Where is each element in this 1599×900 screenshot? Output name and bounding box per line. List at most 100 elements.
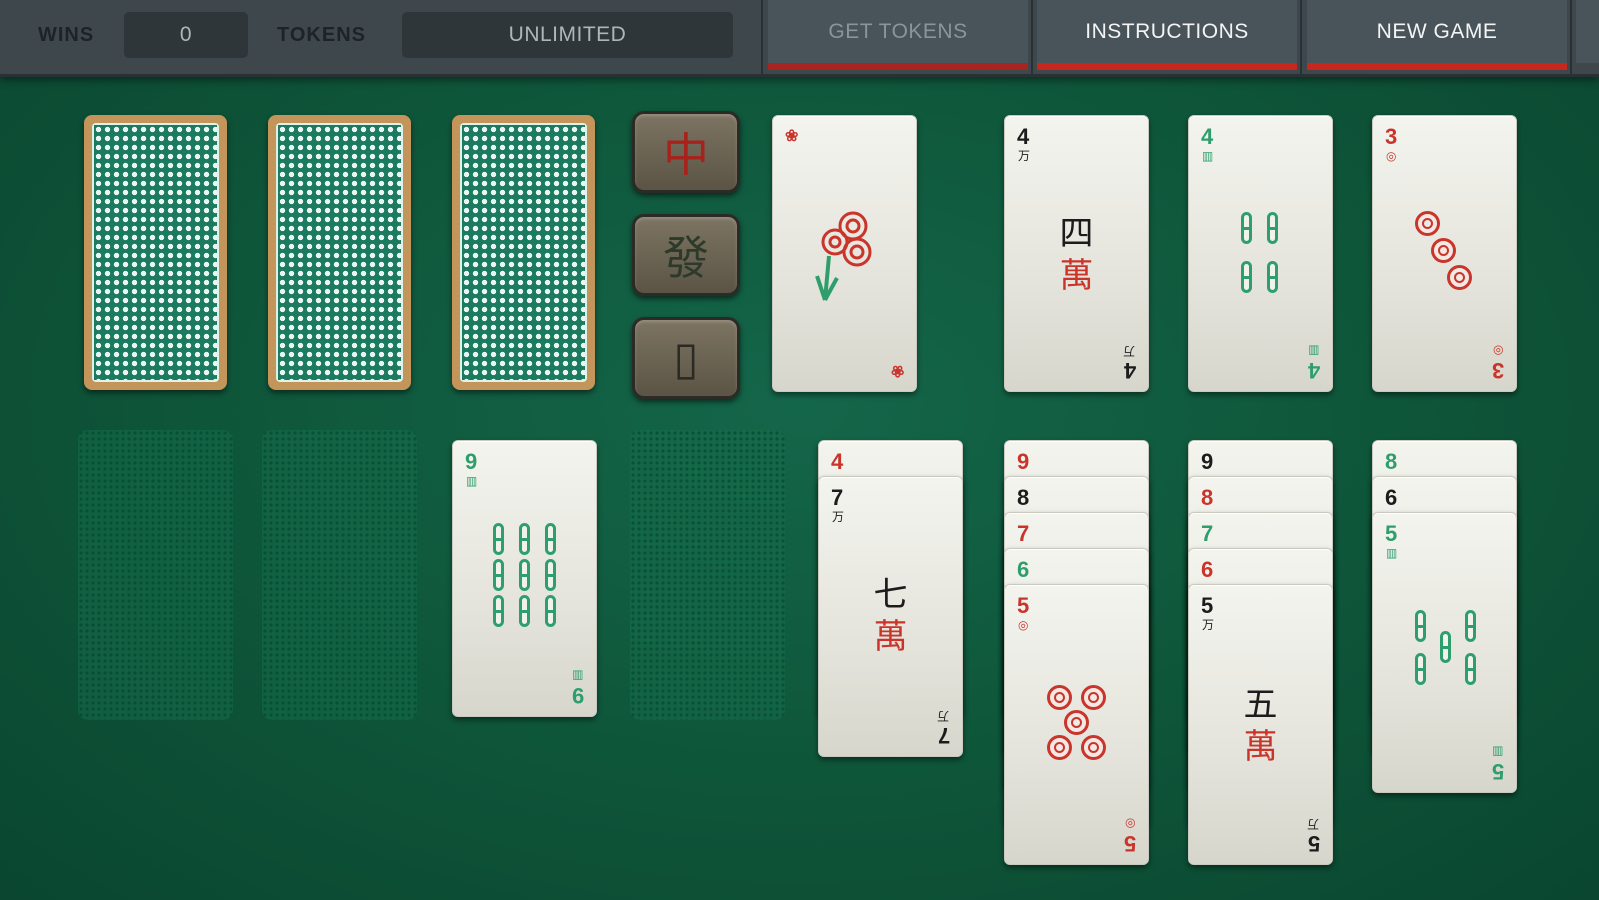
bamboo-mini-icon: ▥ xyxy=(1202,149,1214,163)
card-rank: 4 xyxy=(1201,124,1214,149)
flower-corner-icon: ❀ xyxy=(890,362,904,379)
card-rank: 5 xyxy=(1123,831,1136,856)
coin-icon xyxy=(1064,710,1089,735)
tableau-card-5-bamboo[interactable]: 5 ▥ ▥ 5 xyxy=(1372,512,1517,793)
card-rank: 4 xyxy=(1017,124,1030,149)
card-rank: 7 xyxy=(1201,521,1214,546)
coin-icon xyxy=(1431,238,1456,263)
characters-wan: 萬 xyxy=(1243,727,1278,767)
coin-mini-icon: ◎ xyxy=(1018,618,1029,632)
tableau-empty-slot-2[interactable] xyxy=(262,430,417,720)
bamboo-icon xyxy=(1267,212,1278,244)
characters-mini-icon: 万 xyxy=(1202,618,1215,632)
card-rank: 7 xyxy=(831,485,844,510)
card-rank: 7 xyxy=(937,723,950,748)
bamboo-mini-icon: ▥ xyxy=(466,474,478,488)
coin-mini-icon: ◎ xyxy=(1124,817,1135,831)
bamboo-icon xyxy=(1465,653,1476,685)
coin-icon xyxy=(1447,265,1472,290)
top-bar: WINS 0 TOKENS UNLIMITED GET TOKENS INSTR… xyxy=(0,0,1599,77)
card-back-pattern xyxy=(462,125,585,380)
card-rank: 5 xyxy=(1491,759,1504,784)
card-rank: 9 xyxy=(571,683,584,708)
characters-mini-icon: 万 xyxy=(936,709,949,723)
divider xyxy=(1300,0,1302,74)
card-rank: 5 xyxy=(1201,593,1214,618)
bamboo-icon xyxy=(545,523,556,555)
bamboo-icon xyxy=(493,559,504,591)
card-rank: 3 xyxy=(1385,124,1398,149)
characters-mini-icon: 万 xyxy=(1018,149,1031,163)
get-tokens-button[interactable]: GET TOKENS xyxy=(768,0,1028,70)
bamboo-icon xyxy=(1267,261,1278,293)
bamboo-icon xyxy=(519,523,530,555)
foundation-coins-card[interactable]: 3 ◎ ◎ 3 xyxy=(1372,115,1517,392)
card-rank: 8 xyxy=(1201,485,1214,510)
card-back-pattern xyxy=(94,125,217,380)
tableau-empty-slot-1[interactable] xyxy=(78,430,233,720)
bamboo-icon xyxy=(1241,212,1252,244)
card-rank: 7 xyxy=(1017,521,1030,546)
divider xyxy=(1570,0,1572,74)
tableau-empty-slot-4[interactable] xyxy=(630,430,785,720)
foundation-bamboo-card[interactable]: 4 ▥ ▥ 4 xyxy=(1188,115,1333,392)
card-rank: 9 xyxy=(1017,449,1030,474)
coin-icon xyxy=(1415,211,1440,236)
foundation-characters-card[interactable]: 4 万 四 萬 万 4 xyxy=(1004,115,1149,392)
card-rank: 4 xyxy=(1123,358,1136,383)
card-rank: 9 xyxy=(465,449,478,474)
wins-value: 0 xyxy=(124,12,248,58)
wins-label: WINS xyxy=(38,24,95,46)
characters-wan: 萬 xyxy=(873,617,908,657)
bamboo-icon xyxy=(519,559,530,591)
tableau-card-5-characters[interactable]: 5 万 五 萬 万 5 xyxy=(1188,584,1333,865)
new-game-button[interactable]: NEW GAME xyxy=(1307,0,1567,70)
white-dragon-button[interactable]: ▯ xyxy=(632,317,740,399)
card-rank: 8 xyxy=(1017,485,1030,510)
divider xyxy=(761,0,763,74)
bamboo-mini-icon: ▥ xyxy=(1307,344,1319,358)
bamboo-icon xyxy=(1241,261,1252,293)
bamboo-mini-icon: ▥ xyxy=(1491,745,1503,759)
card-rank: 5 xyxy=(1307,831,1320,856)
divider xyxy=(1031,0,1033,74)
card-rank: 4 xyxy=(1307,358,1320,383)
coin-mini-icon: ◎ xyxy=(1386,149,1397,163)
characters-mini-icon: 万 xyxy=(832,510,845,524)
card-rank: 6 xyxy=(1017,557,1030,582)
free-cell-1[interactable] xyxy=(84,115,227,390)
coin-icon xyxy=(1081,735,1106,760)
foundation-flower-card[interactable]: ❀ ❀ xyxy=(772,115,917,392)
bamboo-icon xyxy=(1415,653,1426,685)
tableau-card-5-coins[interactable]: 5 ◎ ◎ 5 xyxy=(1004,584,1149,865)
bamboo-icon xyxy=(1415,610,1426,642)
card-rank: 4 xyxy=(831,449,844,474)
green-dragon-button[interactable]: 發 xyxy=(632,214,740,296)
card-rank: 6 xyxy=(1385,485,1398,510)
card-rank: 3 xyxy=(1491,358,1504,383)
red-dragon-button[interactable]: 中 xyxy=(632,111,740,193)
coin-icon xyxy=(1081,685,1106,710)
tableau-card-9-bamboo[interactable]: 9 ▥ ▥ 9 xyxy=(452,440,597,717)
free-cell-2[interactable] xyxy=(268,115,411,390)
bamboo-icon xyxy=(1465,610,1476,642)
coin-mini-icon: ◎ xyxy=(1492,344,1503,358)
card-rank: 9 xyxy=(1201,449,1214,474)
free-cell-3[interactable] xyxy=(452,115,595,390)
bamboo-icon xyxy=(493,595,504,627)
tableau-card-7-characters[interactable]: 7 万 七 萬 万 7 xyxy=(818,476,963,757)
menu-edge-button[interactable] xyxy=(1576,0,1599,70)
bamboo-icon xyxy=(519,595,530,627)
card-rank: 8 xyxy=(1385,449,1398,474)
tokens-value: UNLIMITED xyxy=(402,12,733,58)
instructions-button[interactable]: INSTRUCTIONS xyxy=(1037,0,1297,70)
card-rank: 5 xyxy=(1017,593,1030,618)
bamboo-icon xyxy=(493,523,504,555)
characters-mini-icon: 万 xyxy=(1306,817,1319,831)
bamboo-icon xyxy=(545,595,556,627)
bamboo-mini-icon: ▥ xyxy=(571,669,583,683)
coin-icon xyxy=(1047,735,1072,760)
characters-wan: 萬 xyxy=(1059,256,1094,296)
bamboo-icon xyxy=(545,559,556,591)
tokens-label: TOKENS xyxy=(277,24,366,46)
